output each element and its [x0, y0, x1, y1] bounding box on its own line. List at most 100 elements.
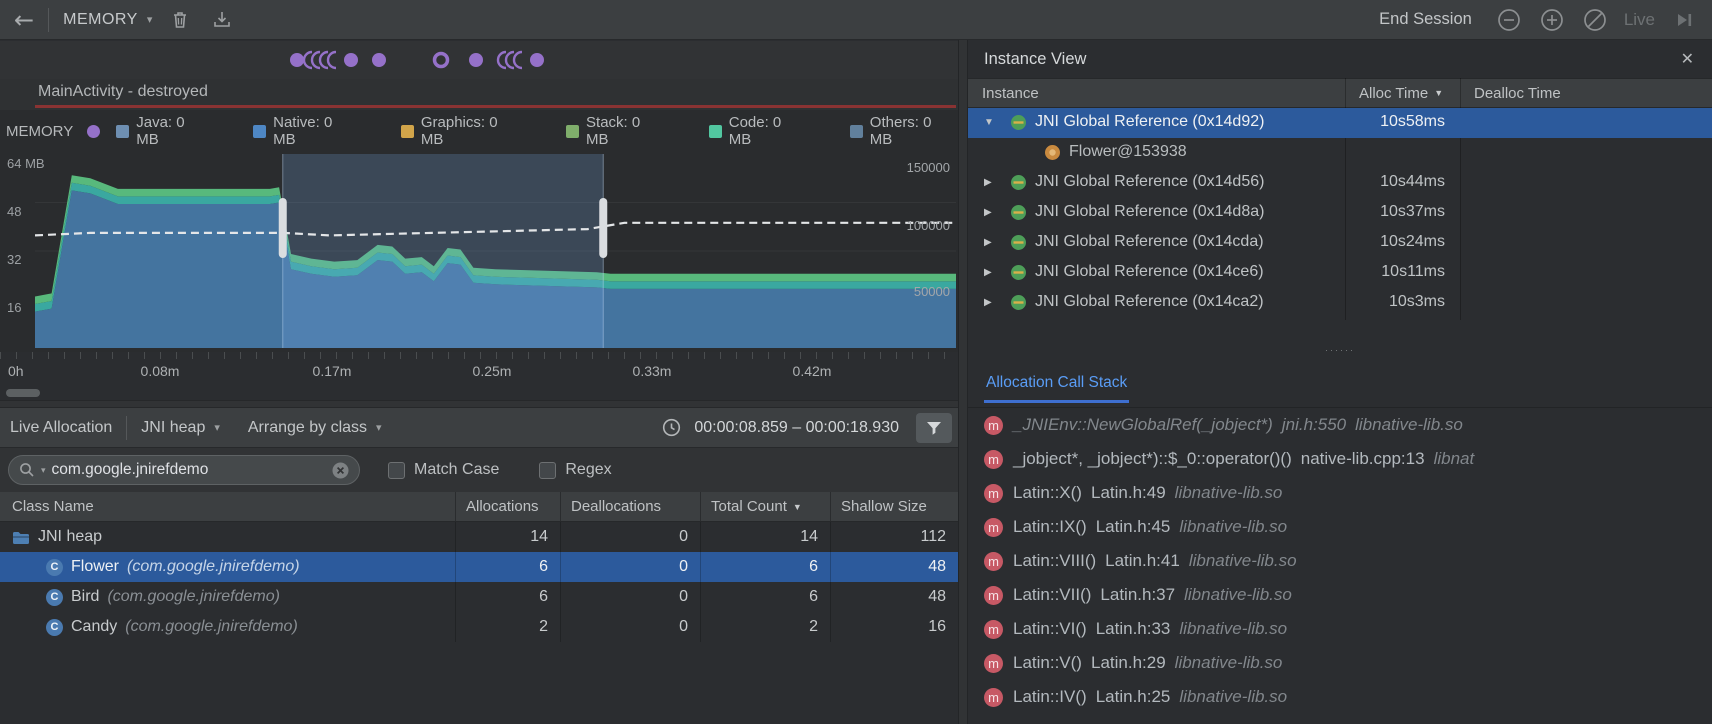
match-case-checkbox[interactable]: [388, 462, 405, 479]
export-session-icon[interactable]: [208, 6, 236, 34]
instance-child-row[interactable]: Flower@153938: [968, 138, 1712, 168]
column-header-alloc-time[interactable]: Alloc Time▼: [1345, 79, 1443, 107]
table-row-jni-heap[interactable]: JNI heap 14 0 14 112: [0, 522, 958, 552]
frame-location: Latin.h:49: [1091, 483, 1166, 502]
alloc-time-value: 10s44ms: [1345, 173, 1445, 191]
search-history-chevron-icon[interactable]: ▾: [41, 465, 46, 476]
column-header-allocations[interactable]: Allocations: [455, 492, 560, 521]
table-row-flower[interactable]: C Flower (com.google.jnirefdemo) 6 0 6 4…: [0, 552, 958, 582]
instance-row[interactable]: ▶ JNI Global Reference (0x14ca2) 10s3ms: [968, 288, 1712, 318]
expander-collapsed-icon[interactable]: ▶: [984, 177, 992, 188]
tab-allocation-call-stack[interactable]: Allocation Call Stack: [984, 374, 1129, 403]
stack-frame[interactable]: m Latin::X()Latin.h:49libnative-lib.so: [968, 476, 1712, 510]
close-icon[interactable]: ✕: [1681, 49, 1694, 69]
frame-method: _JNIEnv::NewGlobalRef(_jobject*): [1013, 415, 1273, 434]
search-icon: [19, 462, 35, 478]
frame-method: Latin::X(): [1013, 483, 1082, 502]
call-stack-frames: m _JNIEnv::NewGlobalRef(_jobject*)jni.h:…: [968, 408, 1712, 714]
skip-to-live-icon[interactable]: [1670, 6, 1698, 34]
event-dot: [344, 53, 358, 67]
stack-frame[interactable]: m Latin::VII()Latin.h:37libnative-lib.so: [968, 578, 1712, 612]
deallocations-value: 0: [560, 552, 700, 582]
search-field[interactable]: ▾: [8, 455, 360, 485]
selection-time-group: 00:00:08.859 – 00:00:18.930: [657, 413, 952, 443]
match-case-option[interactable]: Match Case: [388, 461, 499, 479]
frame-library: libnative-lib.so: [1179, 687, 1287, 706]
event-ring: [435, 54, 448, 67]
zoom-in-icon[interactable]: [1538, 6, 1566, 34]
back-button[interactable]: ←: [14, 8, 34, 32]
clear-search-icon[interactable]: [332, 462, 349, 479]
heap-folder-icon: [12, 530, 30, 545]
jni-ref-icon: [1010, 234, 1027, 256]
stack-frame[interactable]: m Latin::V()Latin.h:29libnative-lib.so: [968, 646, 1712, 680]
frame-library: libnative-lib.so: [1179, 517, 1287, 536]
column-header-instance[interactable]: Instance: [968, 79, 1039, 107]
instance-view-titlebar: Instance View ✕: [968, 40, 1712, 78]
stack-frame[interactable]: m Latin::VIII()Latin.h:41libnative-lib.s…: [968, 544, 1712, 578]
stack-frame[interactable]: m _jobject*, _jobject*)::$_0::operator()…: [968, 442, 1712, 476]
alloc-time-value: 10s3ms: [1345, 293, 1445, 311]
stack-frame[interactable]: m Latin::IX()Latin.h:45libnative-lib.so: [968, 510, 1712, 544]
horizontal-splitter[interactable]: ······: [968, 340, 1712, 358]
method-icon: m: [984, 654, 1003, 673]
expander-expanded-icon[interactable]: ▼: [984, 117, 994, 128]
column-header-class-name[interactable]: Class Name: [0, 492, 455, 521]
scrollbar-thumb[interactable]: [6, 389, 40, 397]
regex-checkbox[interactable]: [539, 462, 556, 479]
heap-selector[interactable]: JNI heap ▾: [141, 419, 220, 437]
method-icon: m: [984, 552, 1003, 571]
expander-collapsed-icon[interactable]: ▶: [984, 267, 992, 278]
stack-frame[interactable]: m Latin::VI()Latin.h:33libnative-lib.so: [968, 612, 1712, 646]
zoom-out-icon[interactable]: [1495, 6, 1523, 34]
expander-collapsed-icon[interactable]: ▶: [984, 237, 992, 248]
profiler-selector[interactable]: MEMORY ▾: [63, 11, 152, 29]
instance-row[interactable]: ▶ JNI Global Reference (0x14d56) 10s44ms: [968, 168, 1712, 198]
frame-location: Latin.h:25: [1096, 687, 1171, 706]
frame-location: native-lib.cpp:13: [1301, 449, 1425, 468]
column-header-shallow-size[interactable]: Shallow Size: [830, 492, 958, 521]
deallocations-value: 0: [560, 522, 700, 552]
table-row-candy[interactable]: C Candy (com.google.jnirefdemo) 2 0 2 16: [0, 612, 958, 642]
stack-frame[interactable]: m _JNIEnv::NewGlobalRef(_jobject*)jni.h:…: [968, 408, 1712, 442]
instance-label: JNI Global Reference (0x14d8a): [1035, 203, 1264, 221]
legend-color-chip: [709, 125, 722, 138]
vertical-splitter[interactable]: [958, 40, 968, 724]
event-dot: [372, 53, 386, 67]
y-axis-right-tick: 100000: [907, 218, 950, 233]
instance-row[interactable]: ▶ JNI Global Reference (0x14ce6) 10s11ms: [968, 258, 1712, 288]
frame-location: Latin.h:33: [1096, 619, 1171, 638]
stack-frame[interactable]: m Latin::IV()Latin.h:25libnative-lib.so: [968, 680, 1712, 714]
allocations-value: 6: [455, 582, 560, 612]
memory-chart-region[interactable]: 64 MB 48 32 16 150000 100000 50000: [0, 152, 958, 352]
instance-row[interactable]: ▶ JNI Global Reference (0x14cda) 10s24ms: [968, 228, 1712, 258]
search-input[interactable]: [52, 461, 326, 479]
reset-zoom-icon[interactable]: [1581, 6, 1609, 34]
arrange-selector[interactable]: Arrange by class ▾: [248, 419, 382, 437]
total-count-value: 6: [700, 552, 830, 582]
filter-button[interactable]: [916, 413, 952, 443]
table-row-bird[interactable]: C Bird (com.google.jnirefdemo) 6 0 6 48: [0, 582, 958, 612]
instance-row[interactable]: ▶ JNI Global Reference (0x14d8a) 10s37ms: [968, 198, 1712, 228]
column-header-total-count[interactable]: Total Count▼: [700, 492, 830, 521]
expander-collapsed-icon[interactable]: ▶: [984, 297, 992, 308]
horizontal-splitter[interactable]: ······: [0, 400, 958, 408]
timeline-scrollbar[interactable]: [0, 386, 958, 400]
column-header-dealloc-time[interactable]: Dealloc Time: [1460, 79, 1561, 107]
regex-option[interactable]: Regex: [539, 461, 611, 479]
end-session-button[interactable]: End Session: [1379, 10, 1472, 29]
class-name: Candy: [71, 618, 117, 636]
axis-ticks: [0, 352, 958, 359]
class-name: Flower: [71, 558, 119, 576]
frame-library: libnative-lib.so: [1189, 551, 1297, 570]
go-live-button[interactable]: Live: [1624, 10, 1655, 30]
frame-library: libnative-lib.so: [1184, 585, 1292, 604]
expander-collapsed-icon[interactable]: ▶: [984, 207, 992, 218]
column-header-deallocations[interactable]: Deallocations: [560, 492, 700, 521]
legend-item: Code: 0 MB: [709, 114, 808, 148]
android-studio-memory-profiler: ← MEMORY ▾ End Session Live: [0, 0, 1712, 724]
allocations-value: 14: [455, 522, 560, 552]
legend-color-chip: [116, 125, 129, 138]
instance-row[interactable]: ▼ JNI Global Reference (0x14d92) 10s58ms: [968, 108, 1712, 138]
discard-session-icon[interactable]: [166, 6, 194, 34]
